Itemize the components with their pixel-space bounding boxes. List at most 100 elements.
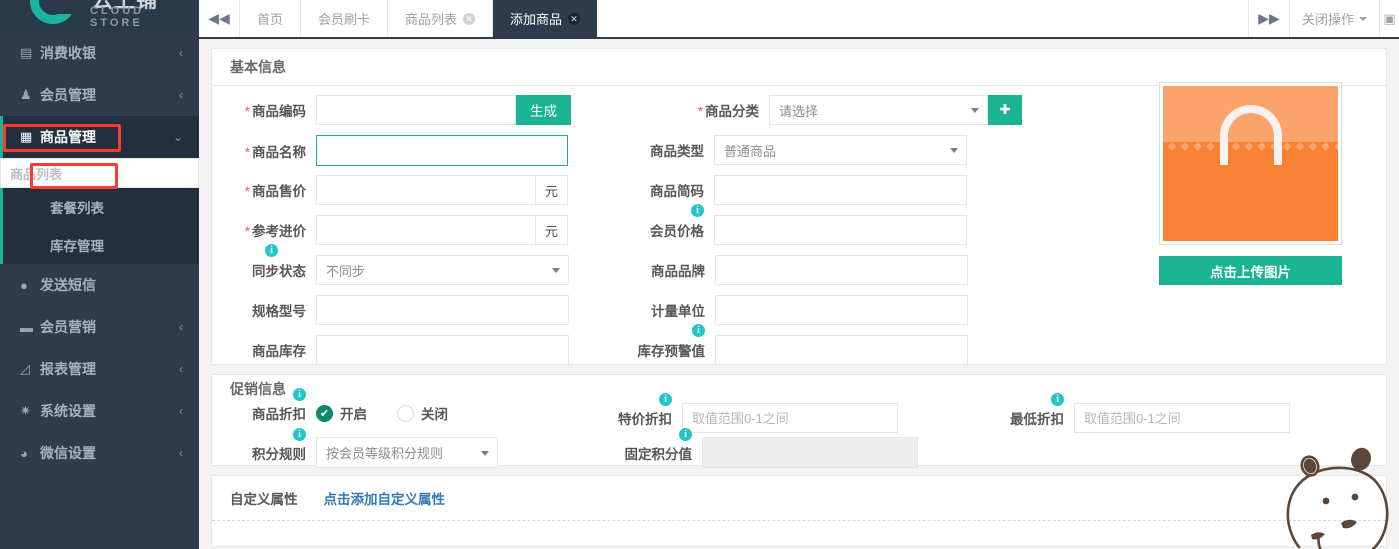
field-label-text: 特价折扣 bbox=[618, 412, 672, 427]
field-label-text: 商品名称 bbox=[252, 144, 306, 160]
info-icon[interactable]: i bbox=[659, 393, 672, 406]
reference-cost-input[interactable] bbox=[316, 215, 536, 245]
field-member-price: i 会员价格 bbox=[610, 204, 967, 245]
gear-icon: ✷ bbox=[20, 403, 31, 418]
chevron-left-icon: ‹ bbox=[179, 404, 183, 418]
field-label-text: 商品折扣 bbox=[252, 407, 306, 422]
sidebar-subitem-stock-mgmt[interactable]: 库存管理 bbox=[0, 226, 199, 264]
divider bbox=[212, 520, 1386, 521]
goods-brand-input[interactable] bbox=[715, 255, 968, 285]
required-mark: * bbox=[244, 144, 250, 160]
tab-close-icon[interactable]: ✕ bbox=[463, 12, 476, 25]
info-icon[interactable]: i bbox=[293, 388, 306, 401]
add-custom-attribute-link[interactable]: 点击添加自定义属性 bbox=[324, 488, 446, 508]
custom-attributes-row: 自定义属性 点击添加自定义属性 bbox=[212, 476, 1386, 520]
field-label: i 会员价格 bbox=[610, 204, 714, 240]
radio-checked-icon: ✔ bbox=[316, 404, 333, 422]
field-goods-discount: i 商品折扣 ✔ 开启 ✔ 关闭 bbox=[212, 388, 478, 423]
add-category-button[interactable]: ✚ bbox=[988, 95, 1022, 125]
sidebar-subitem-package-list[interactable]: 套餐列表 bbox=[0, 188, 199, 226]
chevron-double-right-icon: ▶▶ bbox=[1258, 10, 1280, 26]
close-operations-dropdown[interactable]: 关闭操作 bbox=[1288, 0, 1379, 37]
sidebar-subitem-label: 商品列表 bbox=[10, 166, 63, 182]
select-value: 请选择 bbox=[779, 103, 819, 119]
tab-member-card-swipe[interactable]: 会员刷卡 bbox=[301, 0, 389, 37]
tab-close-icon[interactable]: ✕ bbox=[568, 12, 581, 25]
lowest-discount-input[interactable] bbox=[1074, 403, 1290, 433]
tab-goods-list[interactable]: 商品列表 ✕ bbox=[388, 0, 494, 37]
sidebar-item-consumption[interactable]: ▤ 消费收银 ‹ bbox=[0, 32, 199, 74]
goods-code-input[interactable] bbox=[316, 95, 516, 125]
field-goods-shortcode: 商品简码 bbox=[610, 175, 967, 205]
goods-type-select[interactable]: 普通商品 bbox=[714, 135, 967, 165]
special-discount-input[interactable] bbox=[682, 403, 898, 433]
goods-name-input[interactable] bbox=[316, 135, 568, 166]
info-icon[interactable]: i bbox=[679, 427, 692, 441]
collapse-tabs-button[interactable]: ◀◀ bbox=[199, 0, 240, 37]
info-icon[interactable]: i bbox=[1051, 393, 1064, 406]
tab-add-goods[interactable]: 添加商品 ✕ bbox=[493, 0, 598, 37]
field-label-text: 商品编码 bbox=[252, 104, 306, 119]
user-icon: ♟ bbox=[20, 87, 32, 102]
field-label-text: 规格型号 bbox=[252, 304, 306, 319]
chevron-left-icon: ‹ bbox=[179, 446, 183, 460]
sidebar-subitem-goods-list[interactable]: 商品列表 bbox=[0, 158, 199, 188]
sidebar-item-sms[interactable]: ● 发送短信 bbox=[0, 264, 199, 306]
goods-price-input[interactable] bbox=[316, 175, 536, 205]
discount-off-radio[interactable]: ✔ 关闭 bbox=[397, 403, 448, 423]
sidebar-item-marketing[interactable]: ▬ 会员营销 ‹ bbox=[0, 306, 199, 348]
tab-home[interactable]: 首页 bbox=[240, 0, 302, 37]
tab-label: 商品列表 bbox=[405, 12, 458, 27]
generate-code-button[interactable]: 生成 bbox=[516, 95, 571, 125]
measure-unit-input[interactable] bbox=[715, 295, 968, 325]
upload-image-button[interactable]: 点击上传图片 bbox=[1159, 256, 1342, 285]
points-rule-select[interactable]: 按会员等级积分规则 bbox=[316, 437, 498, 468]
goods-category-select[interactable]: 请选择 bbox=[769, 95, 988, 125]
info-icon[interactable]: i bbox=[265, 244, 278, 257]
chart-icon: ◿ bbox=[20, 361, 30, 376]
field-label: i 库存预警值 bbox=[611, 324, 715, 360]
sidebar-item-reports[interactable]: ◿ 报表管理 ‹ bbox=[0, 348, 199, 390]
member-price-input[interactable] bbox=[714, 215, 967, 245]
chevron-left-icon: ‹ bbox=[179, 362, 183, 376]
top-bar-right: ▶▶ 关闭操作 ▣ bbox=[1247, 0, 1399, 37]
sidebar-item-system-settings[interactable]: ✷ 系统设置 ‹ bbox=[0, 390, 199, 432]
sidebar-item-goods[interactable]: ▦ 商品管理 ⌄ bbox=[0, 116, 199, 158]
sidebar-item-label: 会员管理 bbox=[40, 87, 96, 103]
field-stock-warning: i 库存预警值 bbox=[611, 324, 968, 365]
stock-warning-input[interactable] bbox=[715, 335, 968, 365]
info-icon[interactable]: i bbox=[691, 204, 704, 217]
radio-label: 关闭 bbox=[421, 407, 448, 422]
field-label-text: 积分规则 bbox=[252, 446, 306, 462]
cost-unit-addon: 元 bbox=[536, 215, 568, 245]
field-label-text: 会员价格 bbox=[650, 224, 704, 239]
field-label: i 固定积分值 bbox=[616, 427, 702, 463]
sidebar-item-members[interactable]: ♟ 会员管理 ‹ bbox=[0, 74, 199, 116]
fullscreen-icon[interactable]: ▣ bbox=[1379, 0, 1399, 37]
bag-handle bbox=[1219, 104, 1282, 165]
discount-on-radio[interactable]: ✔ 开启 bbox=[316, 403, 367, 423]
expand-tabs-button[interactable]: ▶▶ bbox=[1247, 0, 1289, 37]
caret-down-icon bbox=[971, 108, 979, 113]
field-label-text: 商品品牌 bbox=[651, 264, 705, 279]
field-label: i 积分规则 bbox=[212, 427, 316, 463]
info-icon[interactable]: i bbox=[692, 324, 705, 337]
goods-stock-input[interactable] bbox=[316, 335, 569, 365]
chevron-down-icon: ⌄ bbox=[172, 130, 183, 144]
sidebar-item-wechat-settings[interactable]: ◕ 微信设置 ‹ bbox=[0, 432, 199, 474]
info-icon[interactable]: i bbox=[293, 427, 306, 441]
field-label: * 参考进价 bbox=[212, 220, 316, 240]
main-area: ◀◀ 首页 会员刷卡 商品列表 ✕ 添加商品 ✕ ▶▶ 关闭操作 ▣ 基本信息 … bbox=[199, 0, 1399, 549]
tab-list: 首页 会员刷卡 商品列表 ✕ 添加商品 ✕ bbox=[240, 0, 598, 37]
field-label-text: 计量单位 bbox=[651, 304, 705, 319]
sync-status-select[interactable]: 不同步 bbox=[316, 255, 569, 285]
brand-logo[interactable]: 云上铺 CLOUD STORE bbox=[0, 0, 199, 32]
field-goods-price: * 商品售价 元 bbox=[212, 175, 568, 205]
caret-down-icon bbox=[552, 268, 560, 273]
brand-name-en: CLOUD STORE bbox=[90, 5, 145, 29]
field-label-text: 商品简码 bbox=[650, 184, 704, 199]
goods-shortcode-input[interactable] bbox=[714, 175, 967, 205]
fixed-points-input[interactable] bbox=[702, 437, 918, 468]
spec-model-input[interactable] bbox=[316, 295, 569, 325]
goods-image-thumbnail[interactable] bbox=[1159, 82, 1342, 245]
